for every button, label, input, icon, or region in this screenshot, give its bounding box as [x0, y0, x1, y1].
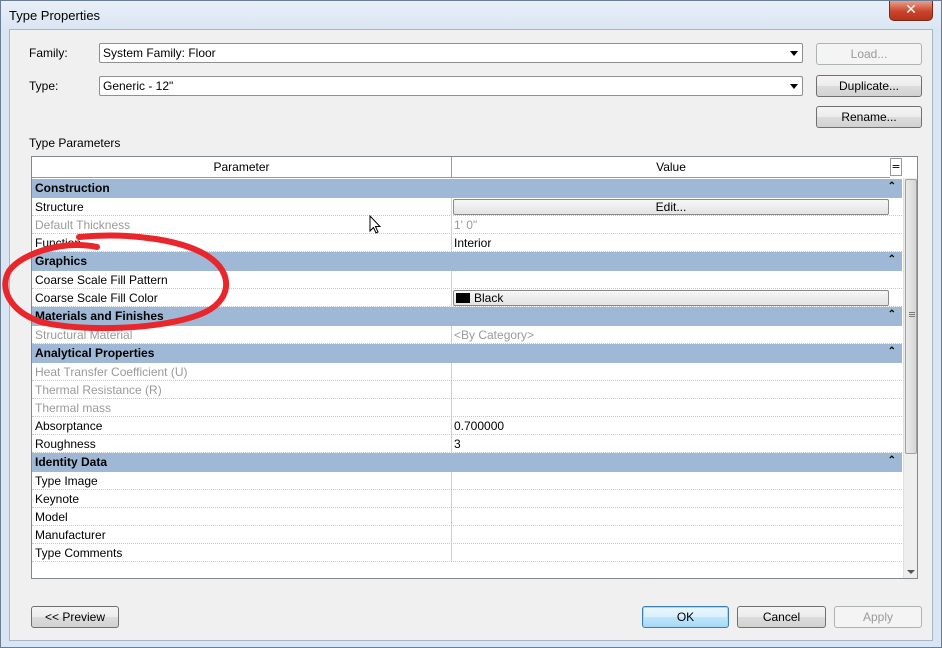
- parameter-name: Absorptance: [35, 419, 103, 433]
- preview-button[interactable]: << Preview: [31, 606, 119, 628]
- cell-divider: [451, 363, 452, 381]
- fill-color-button[interactable]: Black: [453, 290, 889, 306]
- cell-divider: [451, 472, 452, 490]
- parameter-name: Type Comments: [35, 546, 123, 560]
- column-toggle-button[interactable]: =: [890, 158, 902, 176]
- collapse-chevron-icon[interactable]: ⌃: [888, 346, 896, 357]
- cell-divider: [451, 271, 452, 289]
- parameter-row[interactable]: Absorptance 0.700000: [32, 417, 902, 435]
- parameter-row[interactable]: Model: [32, 508, 902, 526]
- parameter-name: Thermal mass: [35, 401, 112, 415]
- mouse-pointer-icon: [369, 215, 382, 234]
- parameter-row[interactable]: Manufacturer: [32, 526, 902, 544]
- parameter-name: Structure: [35, 200, 84, 214]
- parameter-value[interactable]: 0.700000: [454, 419, 504, 433]
- type-dropdown[interactable]: Generic - 12": [99, 76, 803, 96]
- collapse-chevron-icon[interactable]: ⌃: [888, 455, 896, 466]
- parameter-name: Type Image: [35, 474, 98, 488]
- chevron-down-icon: [790, 84, 798, 89]
- scroll-down-arrow-icon[interactable]: [907, 570, 915, 574]
- close-button[interactable]: ✕: [889, 1, 933, 21]
- parameter-row[interactable]: Roughness 3: [32, 435, 902, 453]
- cancel-button[interactable]: Cancel: [737, 606, 826, 628]
- ok-button[interactable]: OK: [642, 606, 729, 628]
- cell-divider: [451, 526, 452, 544]
- red-circle-annotation: [2, 232, 230, 332]
- parameter-value[interactable]: <By Category>: [454, 328, 534, 342]
- cell-divider: [451, 326, 452, 344]
- cell-divider: [451, 234, 452, 252]
- parameter-row[interactable]: Heat Transfer Coefficient (U): [32, 363, 902, 381]
- group-header[interactable]: Identity Data ⌃: [32, 453, 902, 472]
- parameter-name: Manufacturer: [35, 528, 106, 542]
- group-name: Identity Data: [35, 455, 108, 469]
- duplicate-button[interactable]: Duplicate...: [816, 75, 922, 97]
- parameter-row[interactable]: Thermal mass: [32, 399, 902, 417]
- apply-button[interactable]: Apply: [834, 606, 922, 628]
- cell-divider: [451, 435, 452, 453]
- parameter-row[interactable]: Type Comments: [32, 544, 902, 562]
- parameter-name: Thermal Resistance (R): [35, 383, 162, 397]
- collapse-chevron-icon[interactable]: ⌃: [888, 309, 896, 320]
- cell-divider: [451, 289, 452, 307]
- family-dropdown[interactable]: System Family: Floor: [99, 43, 803, 63]
- collapse-chevron-icon[interactable]: ⌃: [888, 254, 896, 265]
- cell-divider: [451, 216, 452, 234]
- rename-button[interactable]: Rename...: [816, 106, 922, 128]
- parameter-value[interactable]: Interior: [454, 236, 491, 250]
- parameter-name: Heat Transfer Coefficient (U): [35, 365, 188, 379]
- group-header[interactable]: Analytical Properties ⌃: [32, 344, 902, 363]
- family-value: System Family: Floor: [103, 46, 216, 60]
- parameter-row[interactable]: Thermal Resistance (R): [32, 381, 902, 399]
- edit-structure-button[interactable]: Edit...: [453, 199, 889, 215]
- parameter-name: Roughness: [35, 437, 96, 451]
- parameter-row[interactable]: Keynote: [32, 490, 902, 508]
- type-label: Type:: [29, 79, 59, 93]
- chevron-down-icon: [790, 51, 798, 56]
- grid-header: Parameter Value: [32, 157, 890, 178]
- cell-divider: [451, 417, 452, 435]
- type-parameters-label: Type Parameters: [29, 136, 121, 150]
- parameter-row[interactable]: Type Image: [32, 472, 902, 490]
- load-button[interactable]: Load...: [816, 43, 922, 65]
- parameter-value[interactable]: 3: [454, 437, 461, 451]
- fill-color-value: Black: [474, 291, 504, 305]
- column-header-value[interactable]: Value: [452, 157, 890, 177]
- collapse-chevron-icon[interactable]: ⌃: [888, 181, 896, 192]
- cell-divider: [451, 198, 452, 216]
- cell-divider: [451, 399, 452, 417]
- group-name: Analytical Properties: [35, 346, 155, 360]
- parameter-value[interactable]: 1' 0": [454, 218, 477, 232]
- cell-divider: [451, 381, 452, 399]
- scrollbar-thumb[interactable]: [905, 179, 917, 454]
- grip-icon: [909, 312, 915, 313]
- cell-divider: [451, 544, 452, 562]
- parameter-row[interactable]: Structure Edit...: [32, 198, 902, 216]
- parameter-name: Model: [35, 510, 68, 524]
- window-title: Type Properties: [9, 8, 101, 23]
- group-header[interactable]: Construction ⌃: [32, 179, 902, 198]
- cell-divider: [451, 490, 452, 508]
- column-header-parameter[interactable]: Parameter: [32, 157, 451, 177]
- cell-divider: [451, 508, 452, 526]
- type-parameters-grid: Parameter Value = Construction ⌃ Structure…: [31, 156, 918, 579]
- family-label: Family:: [29, 46, 68, 60]
- parameter-name: Keynote: [35, 492, 80, 506]
- type-value: Generic - 12": [103, 79, 174, 93]
- group-name: Construction: [35, 181, 110, 195]
- vertical-scrollbar[interactable]: [903, 178, 917, 578]
- title-bar[interactable]: Type Properties ✕: [1, 1, 941, 29]
- color-swatch-icon: [456, 293, 470, 303]
- type-properties-dialog: Type Properties ✕ Family: System Family:…: [0, 0, 942, 648]
